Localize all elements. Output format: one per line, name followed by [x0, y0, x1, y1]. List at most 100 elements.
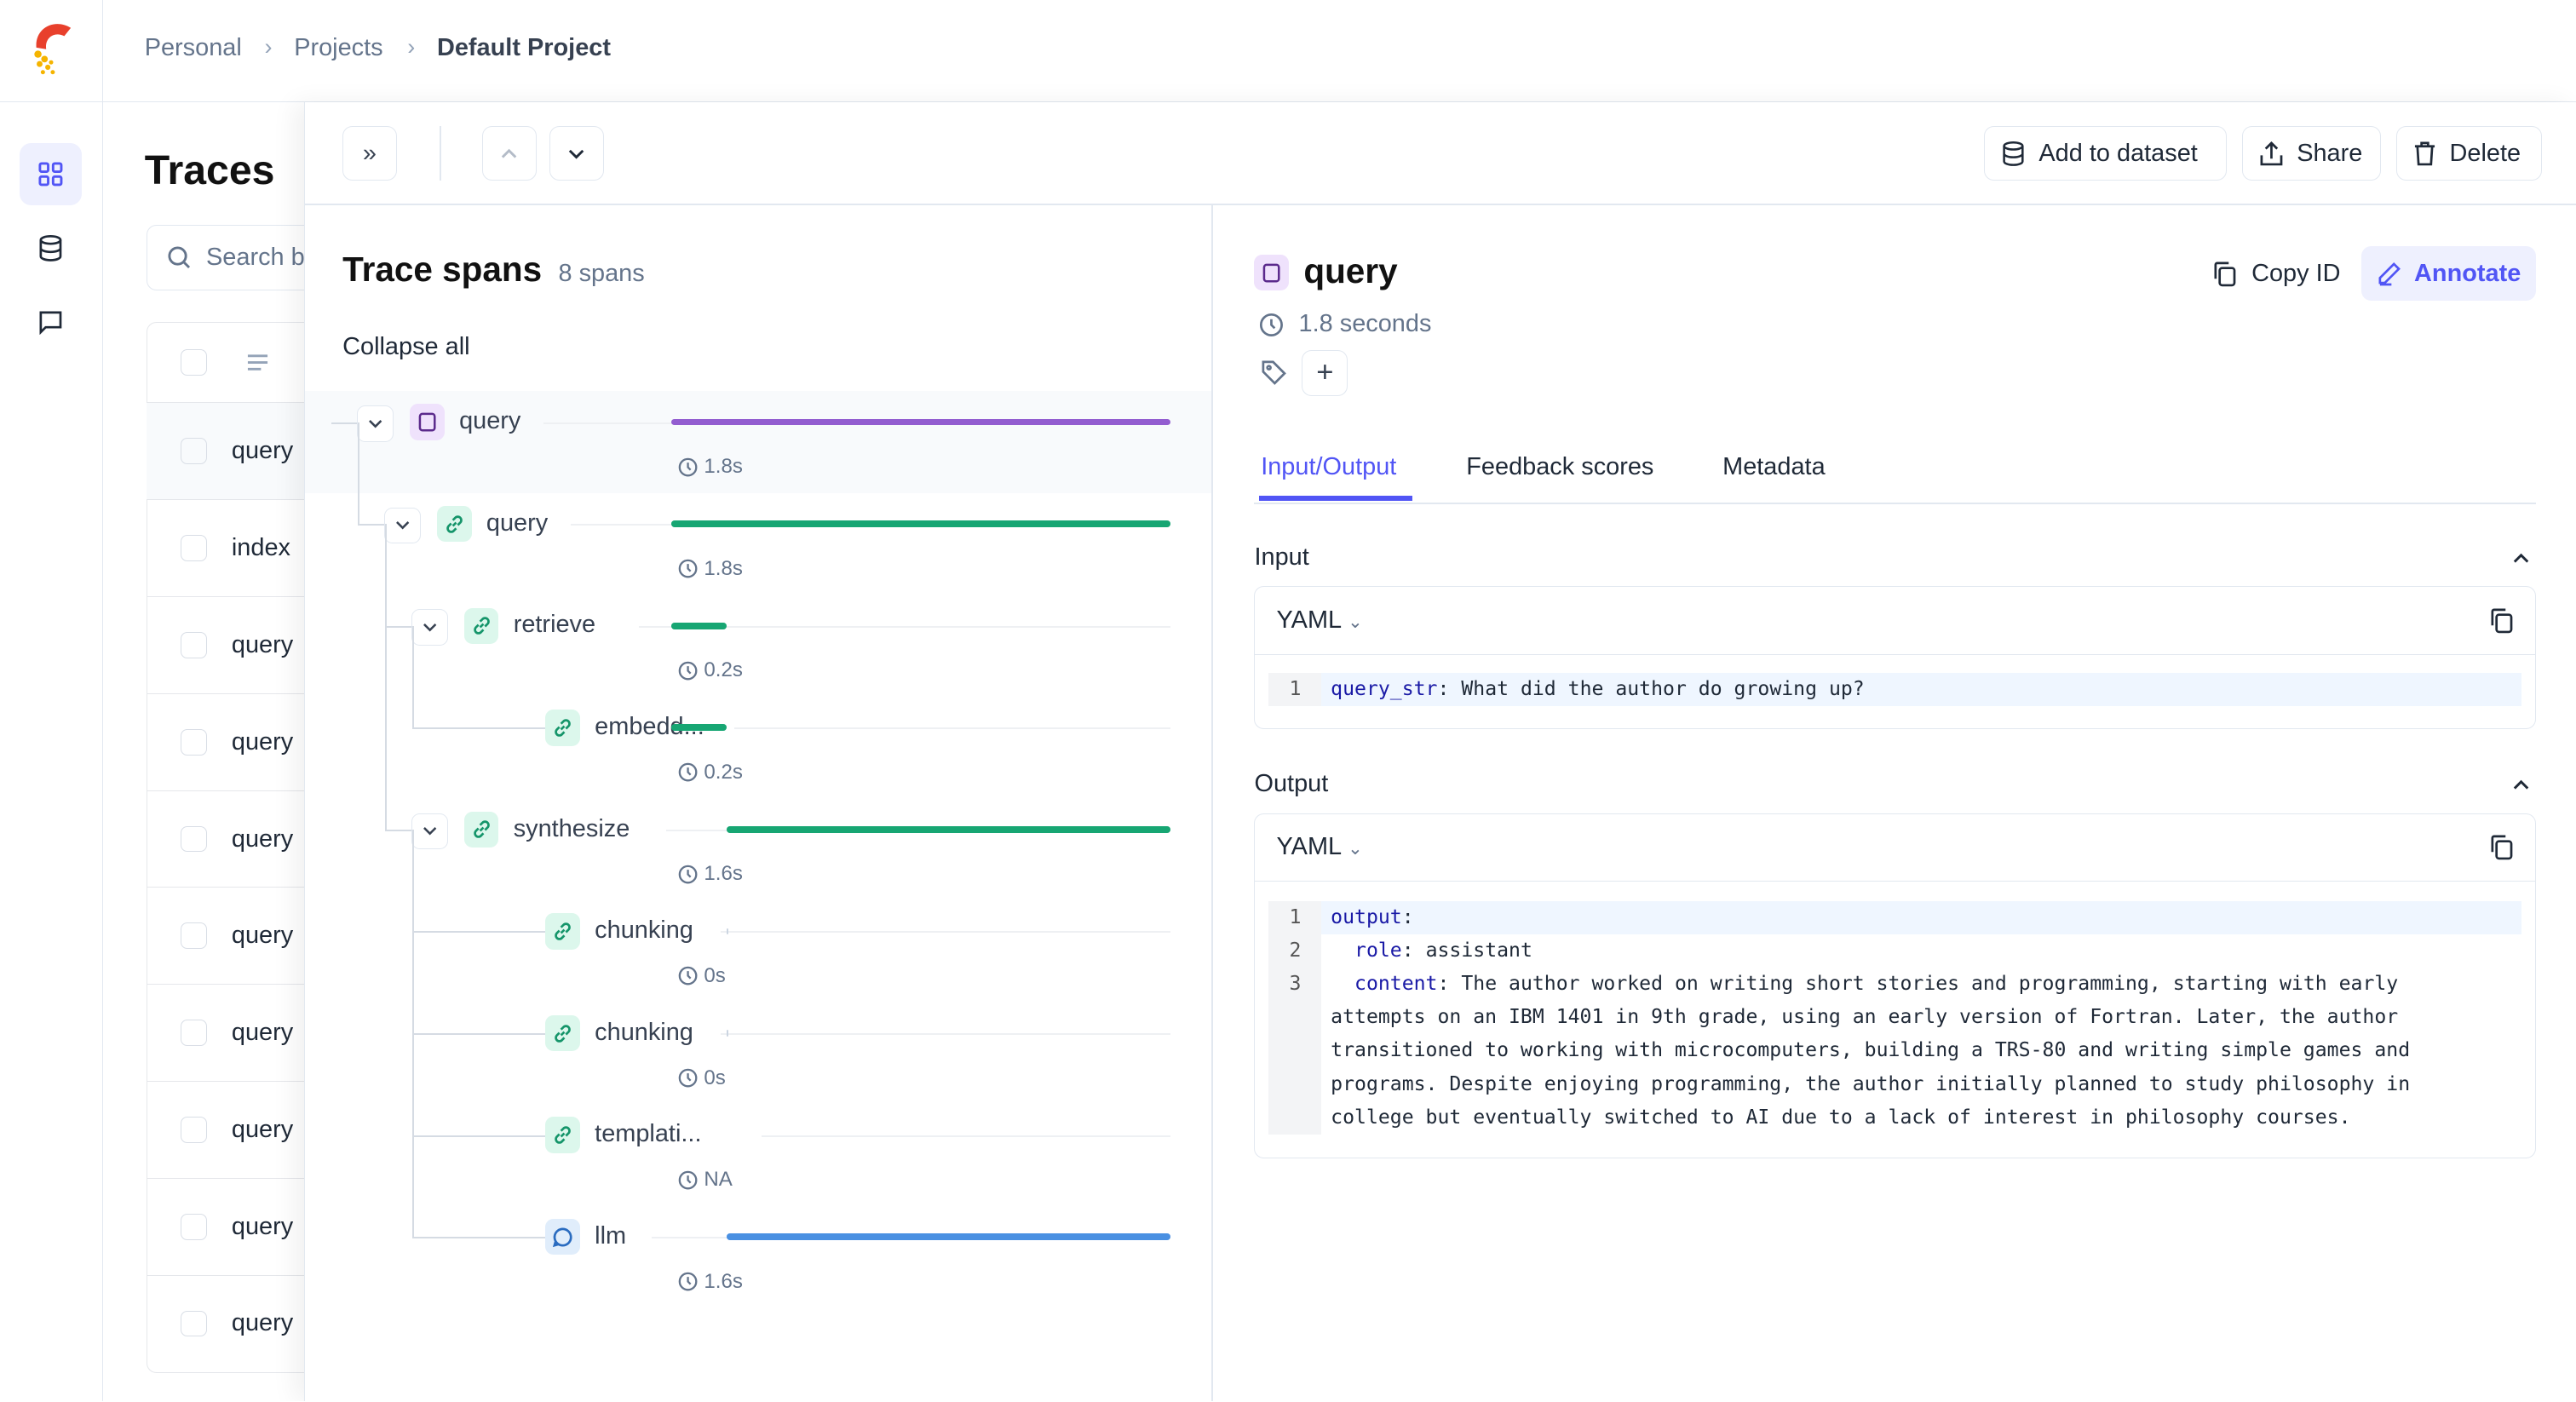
trace-name: query — [231, 437, 294, 465]
code-line: programs. Despite enjoying programming, … — [1268, 1067, 2521, 1101]
span-duration: 0s — [678, 1066, 726, 1090]
span-type-icon — [1254, 254, 1289, 291]
trace-name: query — [231, 1212, 294, 1240]
input-code-editor[interactable]: 1 query_str: What did the author do growi… — [1255, 655, 2534, 706]
tag-icon — [1262, 360, 1287, 386]
next-trace-button[interactable] — [549, 126, 604, 181]
add-to-dataset-button[interactable]: Add to dataset — [1983, 126, 2228, 181]
pencil-icon — [2378, 261, 2401, 285]
span-name[interactable]: query — [459, 407, 520, 435]
output-format-select[interactable]: YAML ⌄ — [1277, 833, 1363, 861]
span-name[interactable]: chunking — [595, 1019, 693, 1047]
tab-feedback-scores[interactable]: Feedback scores — [1466, 453, 1653, 481]
span-name[interactable]: llm — [595, 1222, 626, 1250]
left-rail — [0, 0, 104, 1402]
span-row[interactable]: query 1.8s — [304, 390, 1212, 493]
sidebar-item-feedback[interactable] — [20, 290, 82, 353]
row-checkbox[interactable] — [181, 535, 207, 562]
copy-id-button[interactable]: Copy ID — [2212, 260, 2341, 288]
row-checkbox[interactable] — [181, 1310, 207, 1337]
chevron-down-icon — [369, 419, 382, 428]
copy-icon[interactable] — [2489, 607, 2514, 634]
trace-name: query — [231, 922, 294, 950]
annotate-button[interactable]: Annotate — [2361, 246, 2536, 301]
code-text: query_str: What did the author do growin… — [1331, 677, 1865, 700]
select-all-checkbox[interactable] — [181, 348, 207, 376]
clock-icon — [678, 457, 698, 477]
code-text: output: — [1331, 905, 1414, 928]
chevron-up-icon — [502, 148, 517, 158]
span-name[interactable]: retrieve — [514, 611, 595, 639]
span-row[interactable]: chunking 0s — [305, 900, 1212, 1003]
row-checkbox[interactable] — [181, 438, 207, 465]
collapse-all-button[interactable]: Collapse all — [342, 333, 469, 361]
code-line: 2 role: assistant — [1268, 934, 2521, 968]
code-text: college but eventually switched to AI du… — [1331, 1106, 2351, 1129]
trace-name: index — [231, 534, 290, 562]
collapse-panel-button[interactable]: » — [342, 126, 397, 181]
share-button[interactable]: Share — [2241, 126, 2382, 181]
chevron-up-icon[interactable] — [2511, 552, 2531, 565]
span-row[interactable]: templati... NA — [305, 1104, 1212, 1206]
row-checkbox[interactable] — [181, 1213, 207, 1240]
output-section-label: Output — [1254, 770, 1329, 798]
delete-button[interactable]: Delete — [2395, 126, 2543, 181]
row-checkbox[interactable] — [181, 922, 207, 950]
input-format-select[interactable]: YAML ⌄ — [1277, 606, 1363, 635]
link-icon — [545, 1117, 580, 1153]
span-name[interactable]: synthesize — [514, 815, 630, 843]
span-duration-bar — [670, 418, 1171, 426]
code-text: transitioned to working with microcomput… — [1331, 1039, 2411, 1062]
output-code-editor[interactable]: 1 output: 2 role: assistant 3 content: The … — [1255, 882, 2534, 1135]
expand-toggle[interactable] — [411, 609, 448, 646]
trace-name: query — [231, 727, 294, 756]
double-chevron-right-icon: » — [362, 139, 377, 167]
expand-toggle[interactable] — [411, 813, 448, 850]
breadcrumb-personal[interactable]: Personal — [145, 34, 242, 62]
sidebar-item-datasets[interactable] — [20, 217, 82, 279]
breadcrumb-projects[interactable]: Projects — [294, 34, 382, 62]
span-row[interactable]: retrieve 0.2s — [305, 595, 1212, 697]
span-name[interactable]: chunking — [595, 916, 693, 945]
expand-toggle[interactable] — [384, 507, 421, 544]
chevron-up-icon[interactable] — [2511, 779, 2531, 791]
tree-line — [385, 829, 412, 831]
code-line: 3 content: The author worked on writing … — [1268, 968, 2521, 1002]
span-row[interactable]: synthesize 1.6s — [305, 798, 1212, 900]
app-logo[interactable] — [28, 21, 74, 87]
span-row[interactable]: query 1.8s — [305, 493, 1212, 595]
line-number: 3 — [1268, 968, 1321, 1002]
expand-toggle[interactable] — [357, 405, 394, 442]
previous-trace-button[interactable] — [482, 126, 537, 181]
span-row[interactable]: embedd... 0.2s — [305, 697, 1212, 799]
duration-text: 1.8 seconds — [1298, 310, 1432, 338]
row-checkbox[interactable] — [181, 632, 207, 658]
row-checkbox[interactable] — [181, 1020, 207, 1047]
code-text: attempts on an IBM 1401 in 9th grade, us… — [1331, 1006, 2399, 1029]
top-bar — [0, 0, 2576, 102]
tab-input-output[interactable]: Input/Output — [1261, 453, 1396, 481]
add-tag-button[interactable]: + — [1302, 349, 1348, 396]
columns-icon[interactable] — [246, 353, 269, 372]
chat-icon — [39, 311, 62, 335]
tab-metadata[interactable]: Metadata — [1722, 453, 1826, 481]
row-checkbox[interactable] — [181, 1116, 207, 1143]
pane-divider — [1211, 205, 1214, 1402]
copy-icon[interactable] — [2489, 834, 2514, 860]
row-checkbox[interactable] — [181, 728, 207, 756]
line-number — [1268, 1100, 1321, 1135]
link-icon — [545, 913, 580, 950]
row-checkbox[interactable] — [181, 825, 207, 853]
tree-line — [412, 727, 546, 730]
sidebar-item-traces[interactable] — [20, 142, 83, 206]
span-name[interactable]: templati... — [595, 1120, 701, 1148]
span-row[interactable]: llm 1.6s — [305, 1206, 1212, 1308]
chat-icon — [545, 1218, 580, 1255]
span-name[interactable]: query — [486, 509, 548, 537]
clock-icon — [678, 559, 698, 578]
spans-header: Trace spans 8 spans — [342, 250, 645, 290]
span-duration-bar — [726, 1233, 1171, 1241]
line-number — [1268, 1034, 1321, 1068]
span-row[interactable]: chunking 0s — [305, 1002, 1212, 1104]
span-duration: 0.2s — [678, 658, 743, 682]
